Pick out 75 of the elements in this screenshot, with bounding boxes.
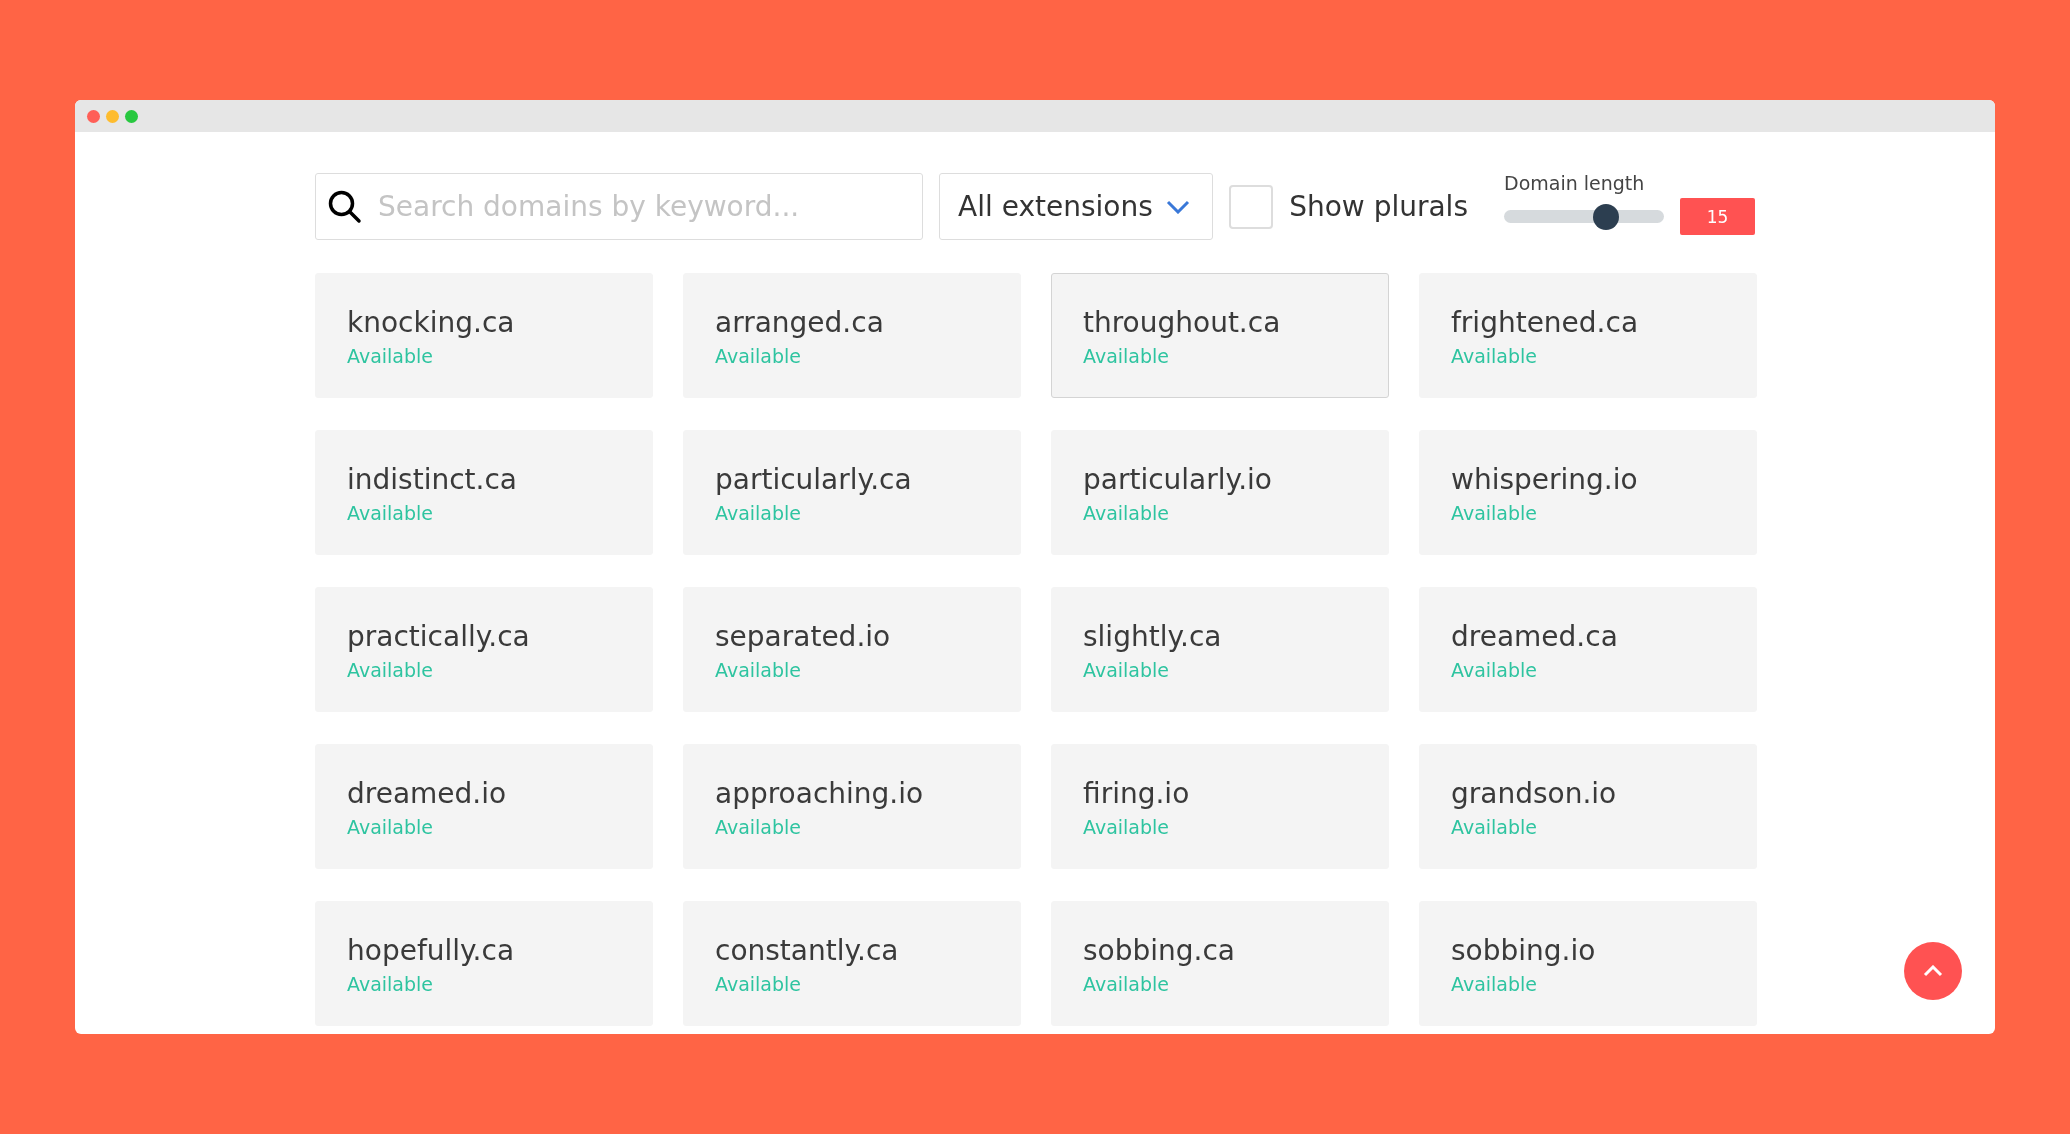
- domain-card[interactable]: grandson.io Available: [1419, 744, 1757, 869]
- domain-name: sobbing.io: [1451, 934, 1597, 967]
- availability-status: Available: [715, 816, 802, 838]
- availability-status: Available: [1451, 659, 1538, 681]
- availability-status: Available: [715, 973, 802, 995]
- availability-status: Available: [347, 659, 434, 681]
- search-icon: [328, 189, 362, 224]
- domain-name: slightly.ca: [1083, 620, 1223, 653]
- domain-card[interactable]: sobbing.ca Available: [1051, 901, 1389, 1026]
- domain-card[interactable]: whispering.io Available: [1419, 430, 1757, 555]
- slider-thumb[interactable]: [1593, 203, 1620, 230]
- availability-status: Available: [1451, 502, 1538, 524]
- minimize-icon[interactable]: [106, 109, 119, 123]
- domain-card[interactable]: knocking.ca Available: [315, 273, 653, 398]
- availability-status: Available: [715, 502, 802, 524]
- slider-label: Domain length: [1504, 172, 1646, 194]
- domain-name: grandson.io: [1451, 777, 1618, 810]
- domain-card[interactable]: throughout.ca Available: [1051, 273, 1389, 398]
- availability-status: Available: [1083, 973, 1170, 995]
- availability-status: Available: [347, 973, 434, 995]
- availability-status: Available: [347, 345, 434, 367]
- domain-name: firing.io: [1083, 777, 1191, 810]
- checkbox-label: Show plurals: [1289, 190, 1468, 223]
- domain-name: particularly.ca: [715, 463, 913, 496]
- domain-card[interactable]: dreamed.io Available: [315, 744, 653, 869]
- domain-name: arranged.ca: [715, 306, 885, 339]
- domain-name: whispering.io: [1451, 463, 1639, 496]
- availability-status: Available: [1451, 816, 1538, 838]
- availability-status: Available: [715, 345, 802, 367]
- scroll-top-button[interactable]: [1904, 942, 1962, 1000]
- availability-status: Available: [1083, 502, 1170, 524]
- domain-card[interactable]: practically.ca Available: [315, 587, 653, 712]
- search-field[interactable]: Search domains by keyword...: [315, 173, 924, 240]
- domain-name: frightened.ca: [1451, 306, 1640, 339]
- availability-status: Available: [1083, 816, 1170, 838]
- domain-name: throughout.ca: [1083, 306, 1282, 339]
- domain-name: particularly.io: [1083, 463, 1273, 496]
- domain-card[interactable]: hopefully.ca Available: [315, 901, 653, 1026]
- domain-name: indistinct.ca: [347, 463, 518, 496]
- domain-card[interactable]: separated.io Available: [683, 587, 1021, 712]
- domain-card[interactable]: arranged.ca Available: [683, 273, 1021, 398]
- availability-status: Available: [347, 816, 434, 838]
- domain-card[interactable]: slightly.ca Available: [1051, 587, 1389, 712]
- availability-status: Available: [1083, 659, 1170, 681]
- availability-status: Available: [1451, 973, 1538, 995]
- chevron-down-icon: [1166, 199, 1191, 214]
- checkbox[interactable]: [1229, 184, 1274, 229]
- domain-name: separated.io: [715, 620, 892, 653]
- domain-card[interactable]: particularly.ca Available: [683, 430, 1021, 555]
- domain-card[interactable]: firing.io Available: [1051, 744, 1389, 869]
- domain-name: hopefully.ca: [347, 934, 516, 967]
- domain-card[interactable]: dreamed.ca Available: [1419, 587, 1757, 712]
- domain-name: approaching.io: [715, 777, 925, 810]
- maximize-icon[interactable]: [125, 109, 138, 123]
- domain-card[interactable]: sobbing.io Available: [1419, 901, 1757, 1026]
- domain-name: sobbing.ca: [1083, 934, 1237, 967]
- domain-name: constantly.ca: [715, 934, 900, 967]
- availability-status: Available: [347, 502, 434, 524]
- availability-status: Available: [715, 659, 802, 681]
- availability-status: Available: [1451, 345, 1538, 367]
- domain-name: knocking.ca: [347, 306, 516, 339]
- domain-card[interactable]: approaching.io Available: [683, 744, 1021, 869]
- availability-status: Available: [1083, 345, 1170, 367]
- domain-name: practically.ca: [347, 620, 531, 653]
- domain-length-slider[interactable]: [1504, 203, 1664, 230]
- domain-card[interactable]: indistinct.ca Available: [315, 430, 653, 555]
- domain-name: dreamed.io: [347, 777, 508, 810]
- value-badge: 15: [1680, 198, 1755, 235]
- domain-card[interactable]: constantly.ca Available: [683, 901, 1021, 1026]
- domain-name: dreamed.ca: [1451, 620, 1619, 653]
- close-icon[interactable]: [87, 109, 100, 123]
- domain-card[interactable]: frightened.ca Available: [1419, 273, 1757, 398]
- extension-dropdown[interactable]: All extensions: [939, 173, 1214, 240]
- domain-card[interactable]: particularly.io Available: [1051, 430, 1389, 555]
- chevron-up-icon: [1923, 965, 1943, 977]
